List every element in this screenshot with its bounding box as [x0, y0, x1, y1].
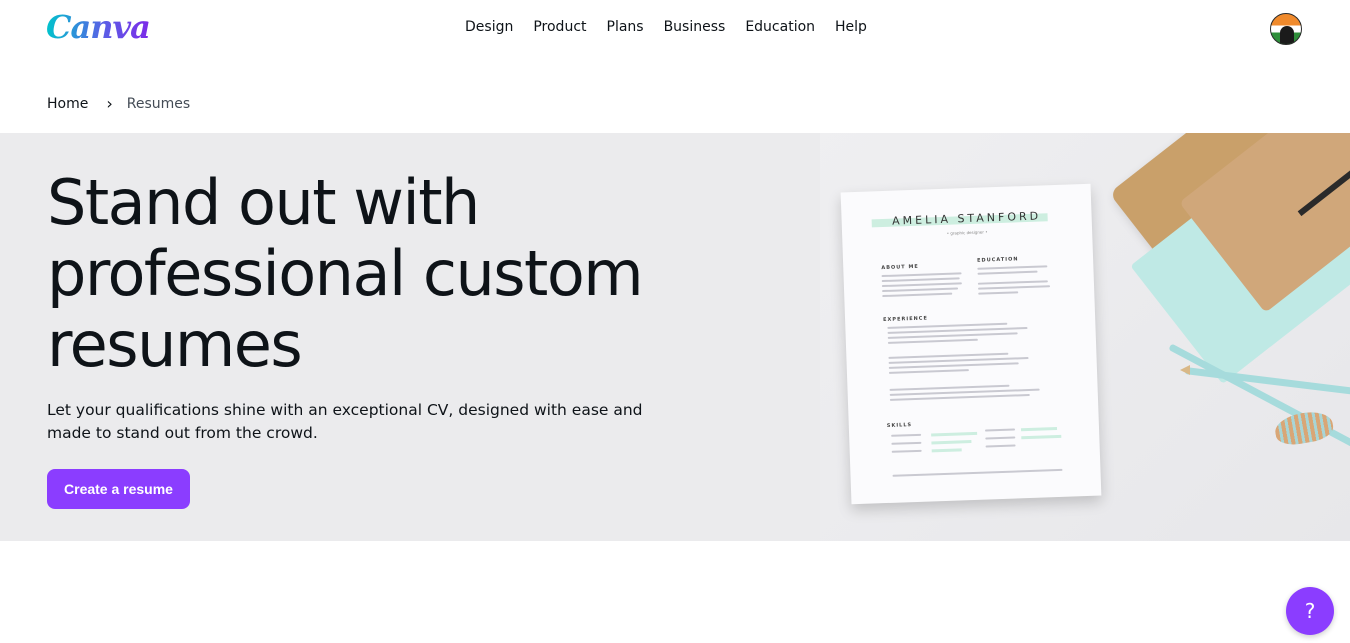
text-line: [978, 285, 1051, 290]
help-button[interactable]: ?: [1286, 587, 1334, 635]
canva-logo[interactable]: Canva: [46, 8, 151, 46]
breadcrumb-current: Resumes: [126, 96, 191, 112]
text-line: [882, 287, 959, 293]
text-line: [881, 272, 962, 278]
nav-item-design[interactable]: Design: [465, 19, 513, 35]
resume-name: AMELIA STANFORD: [891, 209, 1042, 228]
hero-description: Let your qualifications shine with an ex…: [47, 401, 643, 442]
text-line: [977, 280, 1048, 285]
nav-item-business[interactable]: Business: [664, 19, 726, 35]
text-line: [977, 270, 1038, 275]
user-avatar[interactable]: [1270, 13, 1302, 45]
skill-bar: [1020, 427, 1058, 432]
nav-item-help[interactable]: Help: [835, 19, 867, 35]
breadcrumb-home-link[interactable]: Home: [47, 96, 88, 112]
nav-item-plans[interactable]: Plans: [607, 19, 644, 35]
resume-section-experience: EXPERIENCE: [883, 315, 928, 324]
text-line: [891, 441, 922, 445]
resume-preview-image: AMELIA STANFORD • graphic designer • ABO…: [840, 183, 1102, 505]
skill-bar: [931, 440, 972, 445]
text-line: [888, 362, 1019, 369]
hero-section: AMELIA STANFORD • graphic designer • ABO…: [0, 133, 1350, 541]
skill-bar: [1021, 434, 1062, 440]
text-line: [978, 291, 1019, 295]
hero-title: Stand out with professional custom resum…: [47, 166, 644, 381]
text-line: [985, 444, 1016, 448]
text-line: [887, 338, 978, 344]
text-line: [887, 332, 1018, 339]
text-line: [985, 436, 1016, 440]
breadcrumb: Home › Resumes: [47, 94, 191, 113]
text-line: [977, 265, 1048, 270]
nav-item-education[interactable]: Education: [745, 19, 815, 35]
chevron-right-icon: ›: [106, 94, 113, 113]
nav-item-product[interactable]: Product: [533, 19, 586, 35]
pencil-tip-illustration: [1180, 365, 1190, 375]
text-line: [891, 449, 922, 453]
text-line: [888, 369, 969, 374]
text-line: [984, 428, 1016, 432]
text-line: [891, 433, 922, 437]
text-line: [892, 468, 1063, 477]
skill-bar: [931, 448, 962, 453]
main-nav: Design Product Plans Business Education …: [465, 19, 867, 35]
skill-bar: [931, 431, 978, 437]
resume-section-skills: SKILLS: [886, 422, 913, 429]
resume-section-about: ABOUT ME: [881, 263, 919, 272]
text-line: [882, 292, 953, 298]
resume-section-education: EDUCATION: [976, 256, 1019, 264]
text-line: [881, 277, 960, 283]
question-mark-icon: ?: [1304, 599, 1316, 623]
create-resume-button[interactable]: Create a resume: [47, 469, 190, 509]
text-line: [881, 282, 962, 288]
top-navigation-bar: Canva Design Product Plans Business Educ…: [0, 0, 1350, 58]
